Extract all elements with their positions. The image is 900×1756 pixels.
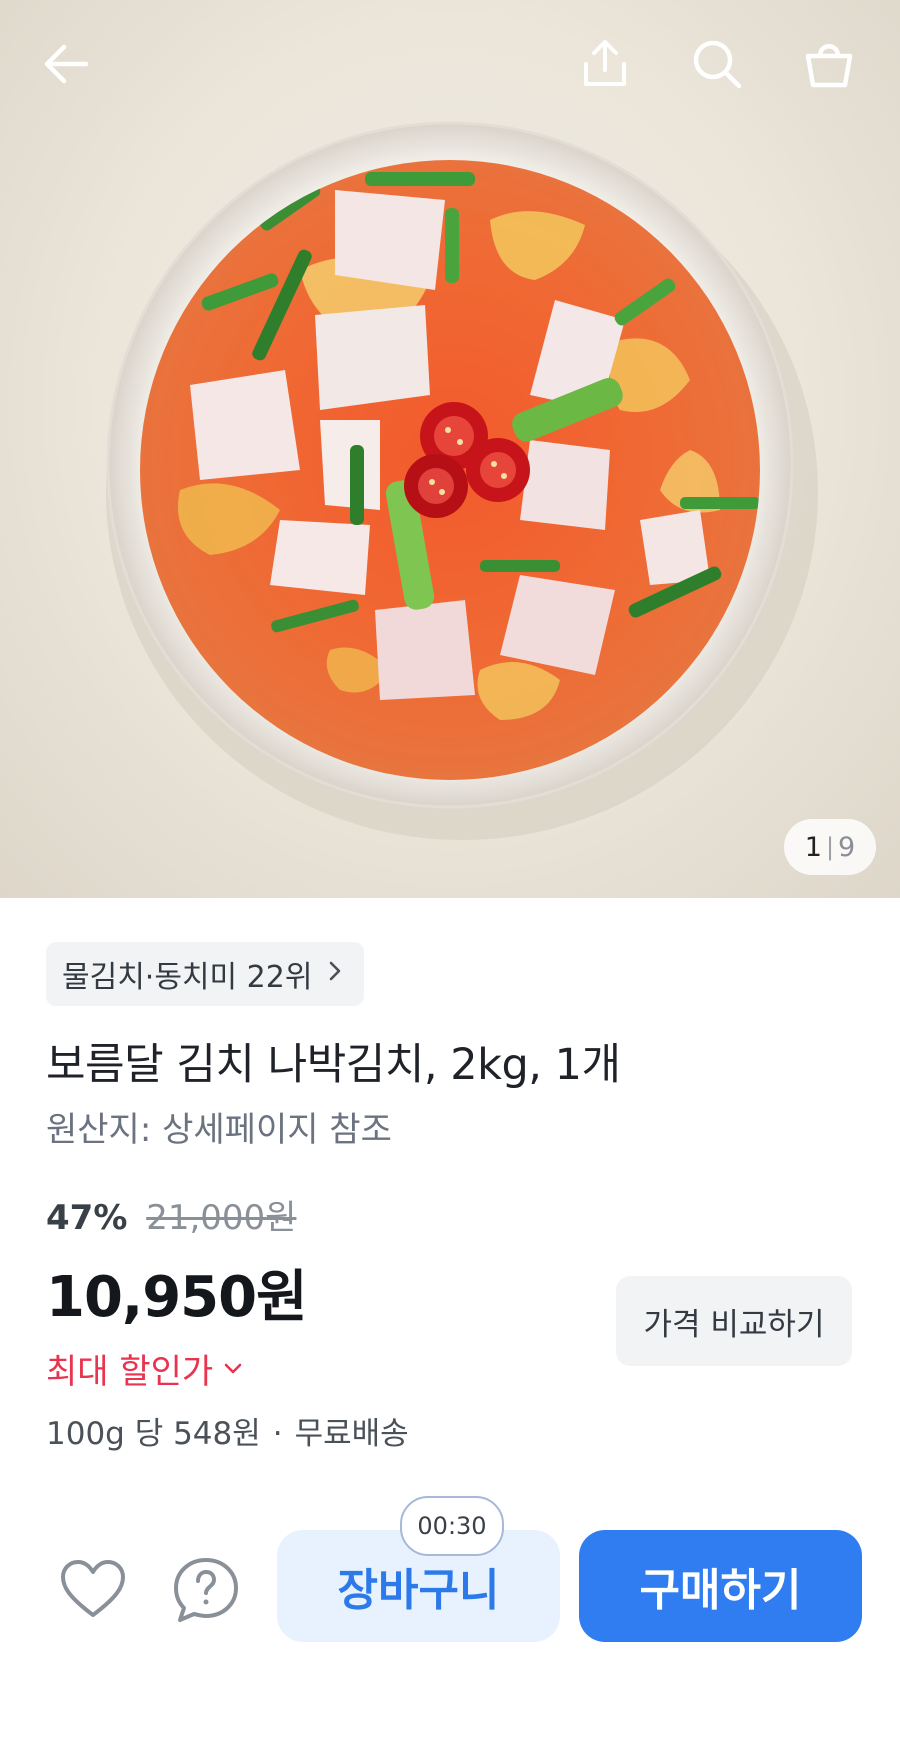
product-title: 보름달 김치 나박김치, 2kg, 1개 — [46, 1040, 621, 1090]
heart-icon[interactable] — [55, 1552, 131, 1628]
max-discount-toggle[interactable]: 최대 할인가 — [46, 1344, 243, 1393]
category-rank-chip[interactable]: 물김치·동치미 22위 — [46, 942, 365, 1006]
image-counter-total: 9 — [838, 831, 856, 863]
max-discount-label: 최대 할인가 — [46, 1352, 214, 1392]
image-counter-separator: | — [825, 833, 835, 861]
cart-timer-badge: 00:30 — [400, 1496, 504, 1556]
top-navigation-bar — [0, 0, 900, 130]
product-origin: 원산지: 상세페이지 참조 — [46, 1110, 392, 1150]
image-counter: 1 | 9 — [784, 819, 876, 875]
original-price: 21,000원 — [146, 1198, 297, 1238]
unit-price-row: 100g 당 548원 · 무료배송 — [46, 1408, 409, 1453]
discount-percent: 47% — [46, 1198, 128, 1238]
category-rank-label: 물김치·동치미 22위 — [62, 960, 313, 995]
shipping-info: 무료배송 — [294, 1416, 409, 1452]
discount-row: 47% 21,000원 — [46, 1190, 296, 1239]
image-counter-current: 1 — [804, 831, 822, 863]
question-bubble-icon[interactable] — [168, 1552, 244, 1628]
chevron-down-icon — [223, 1357, 243, 1381]
compare-price-button[interactable]: 가격 비교하기 — [616, 1276, 852, 1366]
share-icon[interactable] — [573, 32, 637, 96]
kimchi-bowl-photo — [106, 121, 818, 840]
buy-now-button[interactable]: 구매하기 — [579, 1530, 862, 1642]
sale-price: 10,950원 — [46, 1265, 308, 1330]
product-image[interactable]: 1 | 9 — [0, 0, 900, 898]
dot-separator: · — [272, 1416, 283, 1452]
arrow-left-icon[interactable] — [34, 32, 98, 96]
shopping-bag-icon[interactable] — [797, 32, 861, 96]
unit-price: 100g 당 548원 — [46, 1416, 261, 1452]
search-icon[interactable] — [685, 32, 749, 96]
chevron-right-icon — [328, 960, 342, 988]
